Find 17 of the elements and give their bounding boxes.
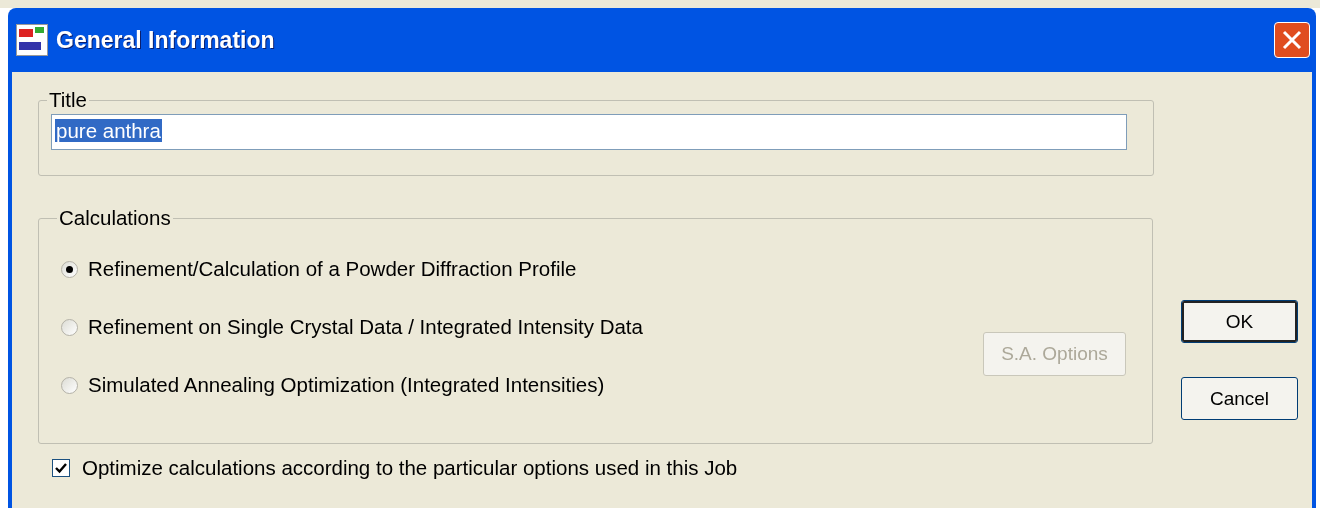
cancel-button[interactable]: Cancel bbox=[1181, 377, 1298, 420]
close-icon bbox=[1281, 29, 1303, 51]
radio-button[interactable] bbox=[61, 260, 78, 278]
radio-button[interactable] bbox=[61, 376, 78, 394]
window-title: General Information bbox=[56, 26, 276, 54]
checkbox[interactable] bbox=[52, 459, 70, 477]
ok-button[interactable]: OK bbox=[1181, 300, 1298, 343]
close-button[interactable] bbox=[1274, 22, 1310, 58]
radio-button[interactable] bbox=[61, 318, 78, 336]
title-input[interactable]: pure anthra bbox=[51, 114, 1127, 150]
radio-label: Refinement/Calculation of a Powder Diffraction Profile bbox=[88, 257, 577, 281]
radio-label: Simulated Annealing Optimization (Integrated Intensities) bbox=[88, 373, 605, 397]
checkbox-label: Optimize calculations according to the particular options used in this Job bbox=[82, 456, 738, 480]
group-label: Calculations bbox=[58, 206, 172, 230]
group-label: Title bbox=[48, 88, 88, 112]
app-icon bbox=[16, 24, 48, 56]
radio-label: Refinement on Single Crystal Data / Integrated Intensity Data bbox=[88, 315, 643, 339]
